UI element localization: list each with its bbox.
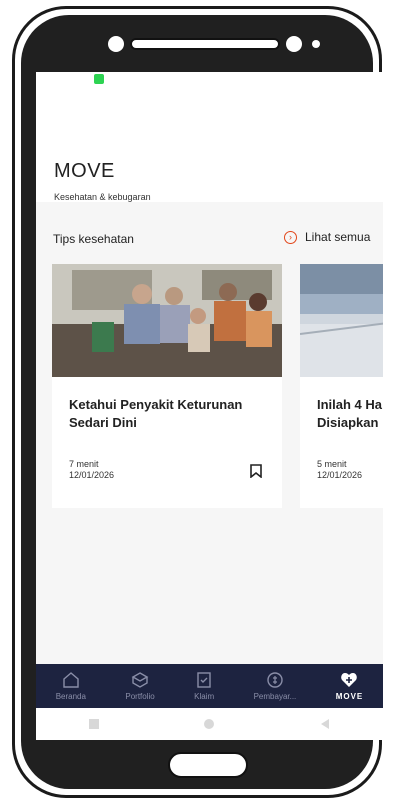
- chevron-right-circle-icon: ›: [284, 230, 297, 244]
- page-subtitle: Kesehatan & kebugaran: [54, 192, 151, 202]
- article-card[interactable]: Ketahui Penyakit Keturunan Sedari Dini 7…: [52, 264, 282, 508]
- bookmark-icon[interactable]: [250, 464, 262, 478]
- page-header: MOVE Kesehatan & kebugaran: [36, 90, 383, 202]
- section-title: Tips kesehatan: [53, 232, 134, 246]
- nav-label: Pembayar...: [253, 692, 297, 701]
- article-title: Ketahui Penyakit Keturunan Sedari Dini: [69, 397, 243, 430]
- bottom-nav: Beranda Portfolio Klaim Pembayar... MOVE: [36, 664, 383, 708]
- nav-label: Portfolio: [125, 692, 155, 701]
- nav-item-beranda[interactable]: Beranda: [56, 671, 86, 701]
- sensor-dot-icon: [312, 40, 320, 48]
- article-card[interactable]: Inilah 4 Ha Disiapkan 5 menit 12/01/2026: [300, 264, 383, 508]
- nav-item-klaim[interactable]: Klaim: [194, 671, 214, 701]
- front-camera-icon: [108, 36, 124, 52]
- article-image-family: [52, 264, 282, 377]
- see-all-label: Lihat semua: [305, 230, 371, 244]
- nav-label: Klaim: [194, 692, 215, 701]
- see-all-link[interactable]: › Lihat semua: [284, 230, 370, 244]
- nav-item-pembayaran[interactable]: Pembayar...: [253, 671, 297, 701]
- screen: MOVE Kesehatan & kebugaran Tips kesehata…: [36, 72, 383, 740]
- move-heart-icon: [341, 673, 358, 687]
- recent-apps-icon[interactable]: [88, 718, 100, 730]
- home-system-icon[interactable]: [203, 718, 215, 730]
- article-date: 12/01/2026: [69, 470, 115, 480]
- sensor-icon: [286, 36, 302, 52]
- article-date: 12/01/2026: [317, 470, 363, 480]
- nav-label: Beranda: [55, 692, 86, 701]
- hardware-home-button[interactable]: [168, 752, 248, 778]
- portfolio-icon: [131, 672, 149, 688]
- article-read-time: 7 menit: [69, 459, 99, 469]
- status-bar: [36, 72, 383, 90]
- payment-icon: [267, 672, 283, 688]
- speaker-grille: [130, 38, 280, 50]
- nav-item-move[interactable]: MOVE: [336, 671, 364, 701]
- whatsapp-notification-icon: [94, 74, 104, 84]
- back-icon[interactable]: [319, 718, 331, 730]
- nav-label: MOVE: [335, 692, 364, 701]
- article-read-time: 5 menit: [317, 459, 347, 469]
- page-title: MOVE: [54, 160, 115, 182]
- nav-item-portfolio[interactable]: Portfolio: [125, 671, 155, 701]
- home-icon: [63, 672, 79, 688]
- claim-icon: [197, 672, 211, 688]
- article-image-station: [300, 264, 383, 377]
- system-nav-bar: [36, 708, 383, 740]
- article-title: Inilah 4 Ha Disiapkan: [317, 397, 383, 430]
